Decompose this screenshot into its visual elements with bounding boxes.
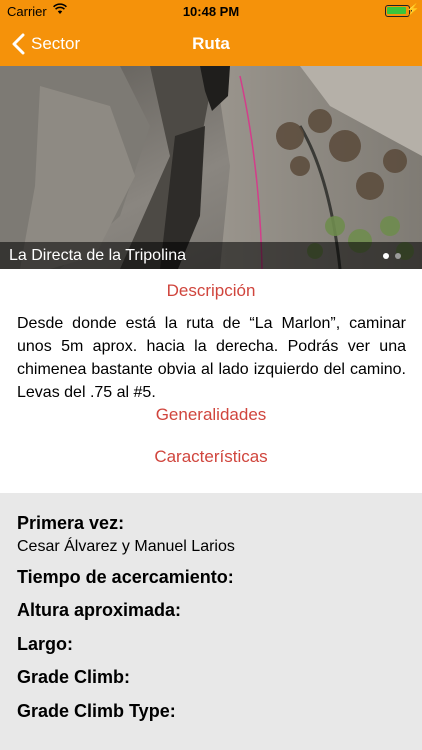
grade-type-label: Grade Climb Type: [17, 701, 176, 721]
approach-time-label: Tiempo de acercamiento: [17, 567, 234, 587]
height-label: Altura aproximada: [17, 600, 182, 620]
route-photo-gallery[interactable]: La Directa de la Tripolina [0, 66, 422, 269]
page-title: Ruta [192, 34, 230, 53]
features-section-header[interactable]: Características [0, 447, 422, 467]
length-label: Largo: [17, 634, 73, 654]
page-indicator[interactable] [383, 253, 401, 259]
general-section-header[interactable]: Generalidades [0, 405, 422, 425]
photo-caption: La Directa de la Tripolina [9, 247, 186, 264]
navigation-bar: Sector Ruta [0, 22, 422, 66]
status-bar: Carrier 10:48 PM ⚡ [0, 0, 422, 22]
charging-bolt-icon: ⚡ [406, 4, 420, 16]
page-dot[interactable] [395, 253, 401, 259]
first-ascent-label: Primera vez: [17, 513, 125, 533]
page-dot-active[interactable] [383, 253, 389, 259]
first-ascent-value: Cesar Álvarez y Manuel Larios [17, 538, 235, 555]
route-details-panel: Primera vez: Cesar Álvarez y Manuel Lari… [0, 493, 422, 750]
route-photo [0, 66, 422, 269]
description-section-header[interactable]: Descripción [0, 281, 422, 301]
status-time: 10:48 PM [182, 4, 240, 19]
description-text: Desde donde está la ruta de “La Marlon”,… [17, 315, 406, 401]
grade-label: Grade Climb: [17, 667, 131, 687]
